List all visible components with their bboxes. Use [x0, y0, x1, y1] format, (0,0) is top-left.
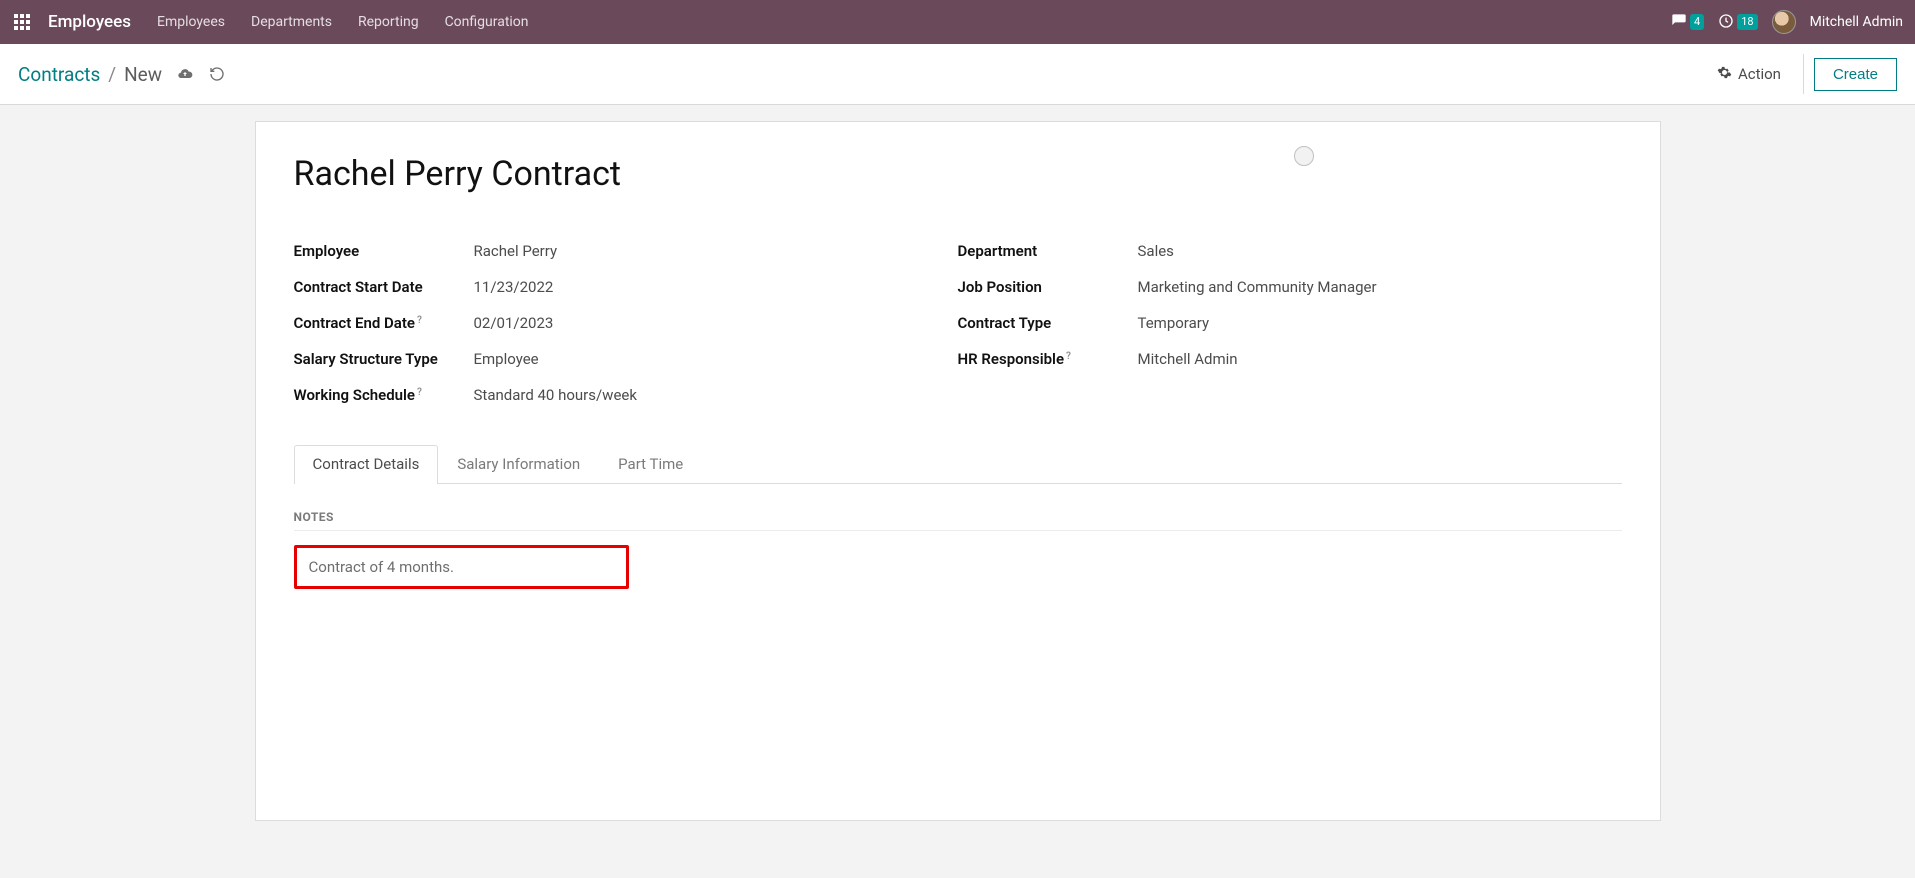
messaging-menu[interactable]: 4	[1671, 13, 1704, 32]
app-brand[interactable]: Employees	[48, 12, 131, 32]
help-icon[interactable]: ?	[417, 387, 422, 398]
cloud-save-icon[interactable]	[176, 65, 194, 83]
discard-icon[interactable]	[208, 65, 226, 83]
col-right: Department Sales Job Position Marketing …	[958, 242, 1622, 422]
label-job-position: Job Position	[958, 278, 1138, 296]
field-job-position: Job Position Marketing and Community Man…	[958, 278, 1622, 296]
field-salary-structure: Salary Structure Type Employee	[294, 350, 958, 368]
topbar-right: 4 18 Mitchell Admin	[1671, 10, 1903, 34]
label-working-schedule: Working Schedule?	[294, 386, 474, 404]
breadcrumb-current: New	[124, 63, 162, 86]
nav-departments[interactable]: Departments	[251, 14, 332, 30]
notes-text[interactable]: Contract of 4 months.	[309, 558, 614, 576]
create-button[interactable]: Create	[1814, 58, 1897, 91]
breadcrumb-root[interactable]: Contracts	[18, 63, 100, 86]
tab-part-time[interactable]: Part Time	[599, 444, 702, 483]
form-sheet: Rachel Perry Contract Employee Rachel Pe…	[255, 121, 1661, 821]
topbar: Employees Employees Departments Reportin…	[0, 0, 1915, 44]
value-employee[interactable]: Rachel Perry	[474, 242, 558, 260]
nav-employees[interactable]: Employees	[157, 14, 225, 30]
label-contract-type: Contract Type	[958, 314, 1138, 332]
field-employee: Employee Rachel Perry	[294, 242, 958, 260]
value-end-date[interactable]: 02/01/2023	[474, 314, 554, 332]
field-start-date: Contract Start Date 11/23/2022	[294, 278, 958, 296]
content-scroll[interactable]: Rachel Perry Contract Employee Rachel Pe…	[0, 105, 1915, 878]
value-salary-structure[interactable]: Employee	[474, 350, 539, 368]
tabs: Contract Details Salary Information Part…	[294, 444, 1622, 484]
field-end-date: Contract End Date? 02/01/2023	[294, 314, 958, 332]
value-working-schedule[interactable]: Standard 40 hours/week	[474, 386, 637, 404]
value-start-date[interactable]: 11/23/2022	[474, 278, 554, 296]
action-label: Action	[1738, 65, 1781, 83]
label-department: Department	[958, 242, 1138, 260]
cp-status-icons	[176, 65, 226, 83]
nav-configuration[interactable]: Configuration	[445, 14, 529, 30]
breadcrumb-sep: /	[108, 63, 116, 86]
control-panel: Contracts / New Action Create	[0, 44, 1915, 105]
notes-title: Notes	[294, 510, 1622, 531]
action-button[interactable]: Action	[1705, 59, 1793, 90]
label-start-date: Contract Start Date	[294, 278, 474, 296]
value-job-position[interactable]: Marketing and Community Manager	[1138, 278, 1377, 296]
col-left: Employee Rachel Perry Contract Start Dat…	[294, 242, 958, 422]
help-icon[interactable]: ?	[1066, 351, 1071, 362]
field-department: Department Sales	[958, 242, 1622, 260]
notes-highlight-box: Contract of 4 months.	[294, 545, 629, 589]
nav-menu: Employees Departments Reporting Configur…	[157, 14, 529, 30]
breadcrumb: Contracts / New	[18, 63, 162, 86]
tab-salary-information[interactable]: Salary Information	[438, 444, 599, 483]
apps-icon[interactable]	[12, 14, 48, 30]
separator	[1803, 54, 1804, 94]
value-department[interactable]: Sales	[1138, 242, 1174, 260]
contract-title[interactable]: Rachel Perry Contract	[294, 154, 1622, 194]
field-hr-responsible: HR Responsible? Mitchell Admin	[958, 350, 1622, 368]
label-end-date: Contract End Date?	[294, 314, 474, 332]
value-contract-type[interactable]: Temporary	[1138, 314, 1210, 332]
clock-icon	[1718, 13, 1734, 32]
label-employee: Employee	[294, 242, 474, 260]
label-salary-structure: Salary Structure Type	[294, 350, 474, 368]
chat-icon	[1671, 13, 1687, 32]
chat-count: 4	[1690, 14, 1704, 30]
form-columns: Employee Rachel Perry Contract Start Dat…	[294, 242, 1622, 422]
nav-reporting[interactable]: Reporting	[358, 14, 419, 30]
gear-icon	[1717, 65, 1732, 84]
field-contract-type: Contract Type Temporary	[958, 314, 1622, 332]
username[interactable]: Mitchell Admin	[1810, 14, 1903, 30]
avatar[interactable]	[1772, 10, 1796, 34]
value-hr-responsible[interactable]: Mitchell Admin	[1138, 350, 1238, 368]
clock-count: 18	[1737, 14, 1757, 30]
help-icon[interactable]: ?	[417, 315, 422, 326]
activities-menu[interactable]: 18	[1718, 13, 1757, 32]
label-hr-responsible: HR Responsible?	[958, 350, 1138, 368]
tab-contract-details[interactable]: Contract Details	[294, 445, 439, 484]
field-working-schedule: Working Schedule? Standard 40 hours/week	[294, 386, 958, 404]
